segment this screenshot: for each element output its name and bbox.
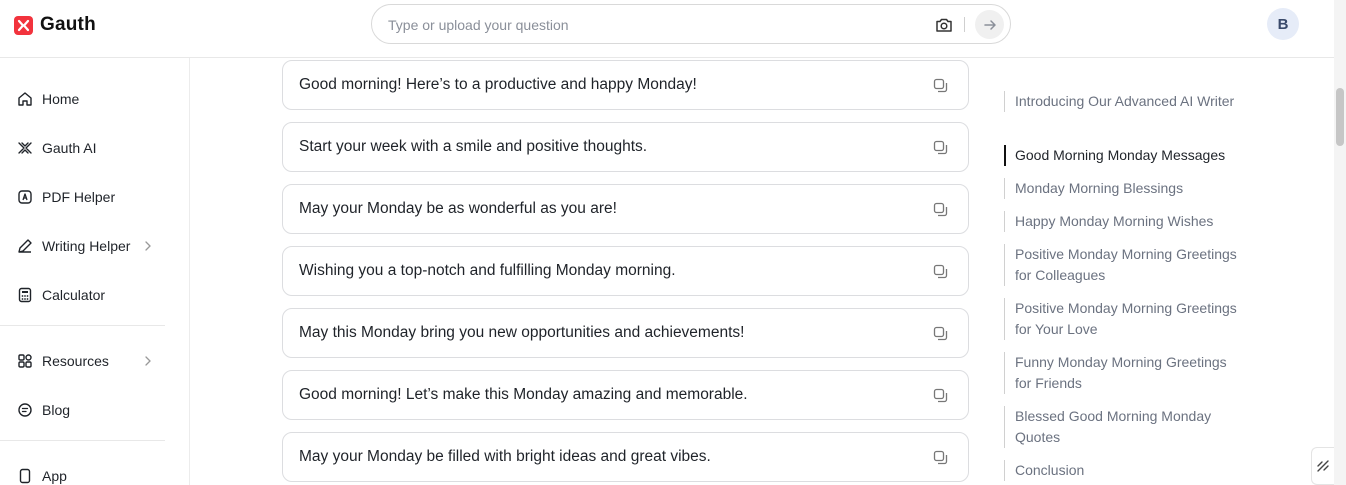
sidebar-item-label: Resources: [42, 353, 109, 369]
copy-icon: [933, 78, 947, 92]
blog-icon: [16, 401, 34, 419]
sidebar-item-label: Gauth AI: [42, 140, 97, 156]
message-text: Good morning! Here’s to a productive and…: [299, 76, 697, 93]
toc-item[interactable]: Conclusion: [1004, 460, 1244, 481]
copy-icon: [933, 264, 947, 278]
sidebar-item-home[interactable]: Home: [0, 79, 190, 119]
message-text: Start your week with a smile and positiv…: [299, 138, 648, 155]
gauth-ai-icon: [16, 139, 34, 157]
sidebar-item-label: Writing Helper: [42, 238, 131, 254]
toc-item[interactable]: Positive Monday Morning Greetings for Yo…: [1004, 298, 1244, 340]
chevron-right-icon: [145, 356, 151, 366]
top-header: Gauth B: [0, 0, 1334, 58]
search-bar: [371, 4, 1011, 44]
copy-button[interactable]: [931, 324, 949, 342]
sidebar-divider: [0, 325, 165, 326]
scrollbar-track[interactable]: [1334, 0, 1346, 485]
calculator-icon: [16, 286, 34, 304]
copy-button[interactable]: [931, 262, 949, 280]
toc-item[interactable]: Funny Monday Morning Greetings for Frien…: [1004, 352, 1244, 394]
message-card: May this Monday bring you new opportunit…: [282, 308, 969, 358]
message-text: Wishing you a top-notch and fulfilling M…: [299, 262, 676, 279]
phone-icon: [16, 467, 34, 485]
message-text: Good morning! Let’s make this Monday ama…: [299, 386, 748, 403]
toc-item[interactable]: Blessed Good Morning Monday Quotes: [1004, 406, 1244, 448]
toc-item[interactable]: Introducing Our Advanced AI Writer: [1004, 91, 1244, 112]
message-card: Wishing you a top-notch and fulfilling M…: [282, 246, 969, 296]
copy-button[interactable]: [931, 200, 949, 218]
pdf-icon: [16, 188, 34, 206]
user-avatar[interactable]: B: [1267, 8, 1299, 40]
copy-button[interactable]: [931, 76, 949, 94]
grid-icon: [16, 352, 34, 370]
message-text: May this Monday bring you new opportunit…: [299, 324, 745, 341]
sidebar-item-label: Calculator: [42, 287, 106, 303]
gauth-logo-icon: [14, 15, 33, 35]
gauth-logo[interactable]: Gauth: [14, 14, 96, 36]
sidebar-item-label: App: [42, 468, 67, 484]
copy-button[interactable]: [931, 386, 949, 404]
toc-item[interactable]: Positive Monday Morning Greetings for Co…: [1004, 244, 1244, 286]
sidebar-item-app[interactable]: App: [0, 456, 190, 485]
chevron-right-icon: [145, 241, 151, 251]
logo-text: Gauth: [40, 14, 96, 35]
search-input[interactable]: [388, 14, 908, 36]
message-card: May your Monday be filled with bright id…: [282, 432, 969, 482]
sidebar-item-blog[interactable]: Blog: [0, 390, 190, 430]
sidebar-item-gauth-ai[interactable]: Gauth AI: [0, 128, 190, 168]
pen-icon: [16, 237, 34, 255]
sidebar-item-resources[interactable]: Resources: [0, 341, 190, 381]
toc-item[interactable]: Happy Monday Morning Wishes: [1004, 211, 1244, 232]
sidebar: Home Gauth AI PDF Helper Writing Helper …: [0, 58, 190, 485]
toc-item[interactable]: Monday Morning Blessings: [1004, 178, 1244, 199]
copy-button[interactable]: [931, 448, 949, 466]
sidebar-item-label: PDF Helper: [42, 189, 116, 205]
message-card: Start your week with a smile and positiv…: [282, 122, 969, 172]
sidebar-item-label: Blog: [42, 402, 71, 418]
copy-button[interactable]: [931, 138, 949, 156]
sidebar-item-writing-helper[interactable]: Writing Helper: [0, 226, 190, 266]
collapse-panel-button[interactable]: [1311, 447, 1334, 485]
scrollbar-thumb[interactable]: [1336, 88, 1344, 146]
toc-item-active[interactable]: Good Morning Monday Messages: [1004, 145, 1244, 166]
submit-question-button[interactable]: [975, 10, 1004, 39]
sidebar-item-calculator[interactable]: Calculator: [0, 275, 190, 315]
message-card: Good morning! Let’s make this Monday ama…: [282, 370, 969, 420]
copy-icon: [933, 326, 947, 340]
message-card: May your Monday be as wonderful as you a…: [282, 184, 969, 234]
copy-icon: [933, 388, 947, 402]
arrow-right-icon: [983, 19, 996, 30]
sidebar-divider: [0, 440, 165, 441]
sidebar-item-label: Home: [42, 91, 80, 107]
copy-icon: [933, 202, 947, 216]
message-card: Good morning! Here’s to a productive and…: [282, 60, 969, 110]
collapse-icon: [1317, 460, 1329, 472]
message-text: May your Monday be as wonderful as you a…: [299, 200, 617, 217]
copy-icon: [933, 450, 947, 464]
camera-upload-button[interactable]: [933, 14, 955, 36]
message-text: May your Monday be filled with bright id…: [299, 448, 711, 465]
search-divider: [964, 17, 965, 32]
copy-icon: [933, 140, 947, 154]
sidebar-item-pdf-helper[interactable]: PDF Helper: [0, 177, 190, 217]
camera-icon: [936, 18, 952, 32]
home-icon: [16, 90, 34, 108]
